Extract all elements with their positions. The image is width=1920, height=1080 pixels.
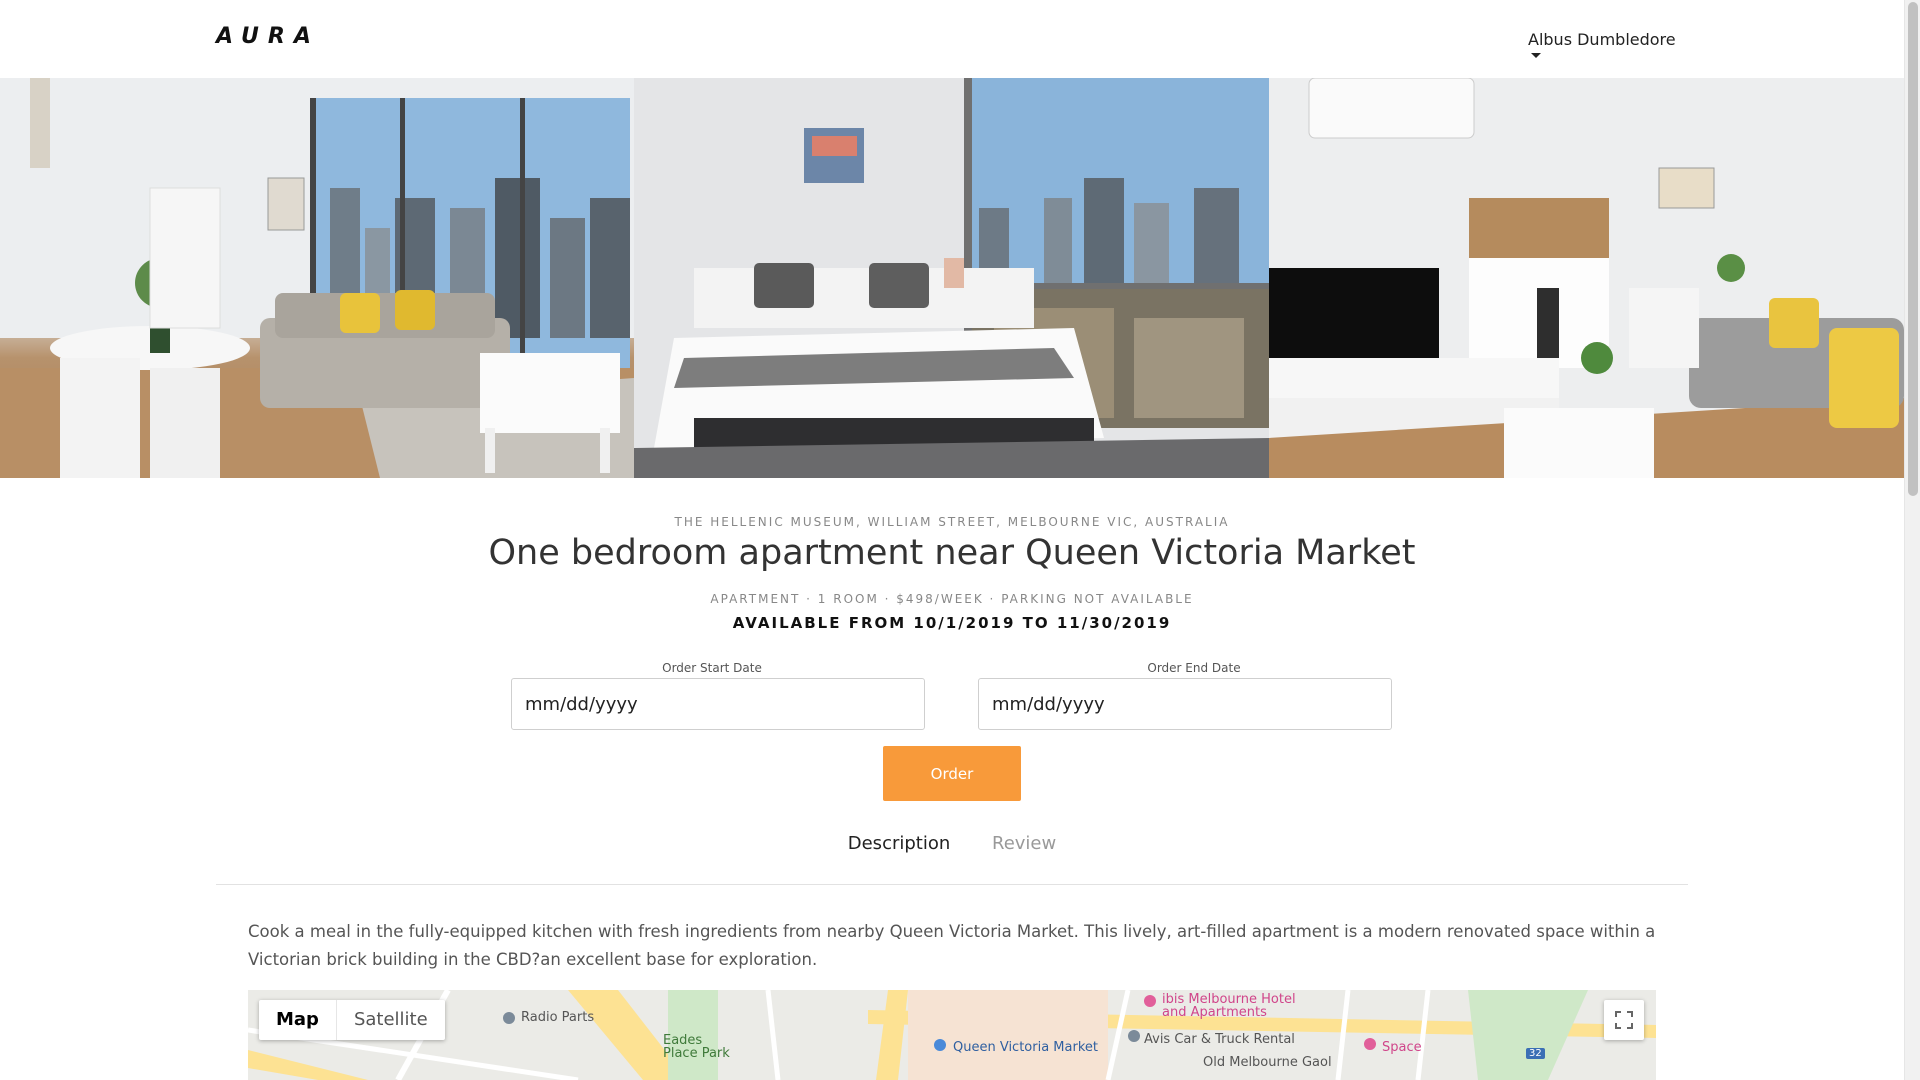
page: AURA Albus Dumbledore THE HELLENIC MUSEU… — [0, 0, 1920, 1080]
map-type-map-button[interactable]: Map — [259, 1000, 337, 1040]
user-menu-button[interactable]: Albus Dumbledore — [1528, 30, 1676, 49]
end-date-label: Order End Date — [1147, 661, 1241, 675]
scrollbar-thumb[interactable] — [1908, 2, 1918, 496]
map-label-avis: Avis Car & Truck Rental — [1144, 1032, 1295, 1047]
kitchen-lounge-illustration — [1269, 78, 1904, 478]
fullscreen-button[interactable] — [1604, 1000, 1644, 1040]
map-label-old-melbourne-gaol: Old Melbourne Gaol — [1203, 1055, 1332, 1070]
hotel-pin-icon[interactable] — [1144, 995, 1156, 1007]
tab-review[interactable]: Review — [992, 833, 1056, 854]
kitchen-lounge-photo[interactable] — [1269, 78, 1904, 478]
map[interactable]: Map Satellite Radio Parts Eades Place Pa… — [248, 990, 1656, 1080]
chevron-down-icon[interactable] — [1531, 53, 1541, 58]
map-label-place-park: Place Park — [663, 1046, 730, 1061]
tab-bar: Description Review — [0, 833, 1904, 854]
space-pin-icon[interactable] — [1364, 1038, 1376, 1050]
photo-gallery — [0, 78, 1904, 478]
listing-title: One bedroom apartment near Queen Victori… — [488, 533, 1416, 573]
car-rental-pin-icon[interactable] — [1128, 1030, 1140, 1042]
map-type-satellite-button[interactable]: Satellite — [337, 1000, 445, 1040]
map-tiles — [248, 990, 1656, 1080]
living-room-illustration — [0, 78, 634, 478]
tab-description[interactable]: Description — [848, 833, 951, 854]
map-pin-icon[interactable] — [503, 1012, 515, 1024]
description-text: Cook a meal in the fully-equipped kitche… — [248, 922, 1656, 969]
map-label-radio-parts: Radio Parts — [521, 1010, 595, 1025]
brand-logo[interactable]: AURA — [216, 24, 320, 49]
map-label-queen-victoria-market: Queen Victoria Market — [953, 1040, 1098, 1055]
market-pin-icon[interactable] — [934, 1039, 946, 1051]
map-label-ibis-line2: and Apartments — [1162, 1005, 1267, 1020]
top-nav: AURA Albus Dumbledore — [0, 0, 1904, 78]
fullscreen-icon — [1615, 1011, 1633, 1029]
map-label-space: Space — [1382, 1040, 1422, 1055]
bedroom-illustration — [634, 78, 1269, 478]
order-button[interactable]: Order — [883, 746, 1021, 801]
listing-meta: APARTMENT · 1 ROOM · $498/WEEK · PARKING… — [710, 592, 1194, 606]
route-shield: 32 — [1526, 1048, 1545, 1059]
end-date-input[interactable] — [978, 678, 1392, 730]
start-date-input[interactable] — [511, 678, 925, 730]
living-room-photo[interactable] — [0, 78, 634, 478]
availability-text: AVAILABLE FROM 10/1/2019 TO 11/30/2019 — [732, 614, 1172, 632]
tabs-divider — [216, 884, 1688, 885]
listing-address: THE HELLENIC MUSEUM, WILLIAM STREET, MEL… — [674, 515, 1230, 529]
page-scrollbar[interactable] — [1904, 0, 1920, 1080]
start-date-label: Order Start Date — [662, 661, 762, 675]
map-type-control: Map Satellite — [259, 1000, 445, 1040]
bedroom-photo[interactable] — [634, 78, 1269, 478]
